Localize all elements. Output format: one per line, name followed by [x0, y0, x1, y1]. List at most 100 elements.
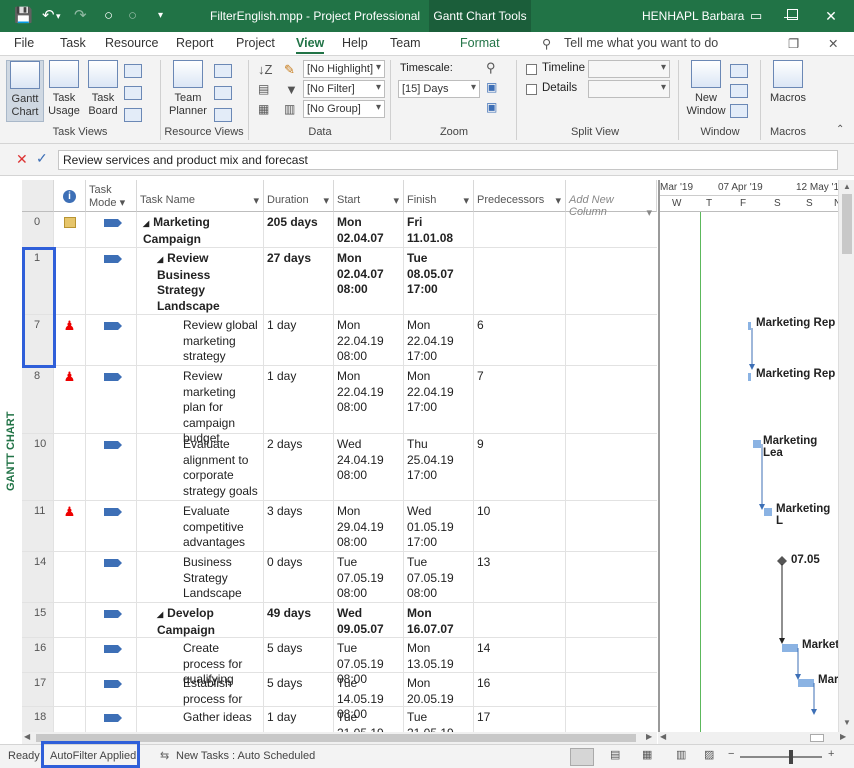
- cancel-icon[interactable]: ✕: [16, 151, 28, 168]
- chart-scroll-right-icon[interactable]: ▶: [840, 732, 846, 741]
- task-grid[interactable]: i Task Mode ▾ Task Name ▾ Duration ▾ Start…: [22, 180, 657, 732]
- task-board-button[interactable]: Task Board: [86, 60, 120, 118]
- task-name-cell[interactable]: Business Strategy Landscape: [137, 552, 264, 602]
- collapse-ribbon-icon[interactable]: ⌃: [836, 124, 844, 135]
- task-mode-cell[interactable]: [86, 434, 137, 500]
- task-mode-cell[interactable]: [86, 366, 137, 433]
- duration-cell[interactable]: 2 days: [264, 434, 334, 500]
- start-cell[interactable]: Tue 21.05.19: [334, 707, 404, 732]
- predecessors-cell[interactable]: 16: [474, 673, 566, 706]
- collapse-icon[interactable]: ◢: [143, 219, 149, 228]
- predecessors-cell[interactable]: 14: [474, 638, 566, 672]
- row-id[interactable]: 17: [22, 673, 54, 706]
- task-mode-cell[interactable]: [86, 315, 137, 365]
- collapse-icon[interactable]: ◢: [157, 610, 163, 619]
- task-mode-cell[interactable]: [86, 638, 137, 672]
- timeline-dropdown[interactable]: [588, 60, 670, 78]
- table-row[interactable]: 11 ♟ Evaluate competitive advantages 3 days…: [22, 501, 657, 552]
- task-name-cell[interactable]: ◢ Develop Campaign: [137, 603, 264, 637]
- row-id[interactable]: 8: [22, 366, 54, 433]
- gantt-bar-11[interactable]: [764, 508, 772, 516]
- row-id[interactable]: 11: [22, 501, 54, 551]
- scroll-right-icon[interactable]: ▶: [646, 732, 652, 741]
- finish-cell[interactable]: Fri 11.01.08: [404, 212, 474, 247]
- scroll-left-icon[interactable]: ◀: [24, 732, 30, 741]
- add-new-column-header[interactable]: Add New Column ▾: [566, 180, 657, 219]
- resource-usage-icon[interactable]: [214, 64, 232, 78]
- duration-cell[interactable]: 1 day: [264, 366, 334, 433]
- task-usage-button[interactable]: Task Usage: [46, 60, 82, 118]
- gantt-chart-area[interactable]: Mar '19 07 Apr '19 12 May '1 W T F S S N…: [658, 180, 838, 732]
- finish-cell[interactable]: Wed 01.05.19 17:00: [404, 501, 474, 551]
- duration-cell[interactable]: 27 days: [264, 248, 334, 314]
- gantt-bar-17[interactable]: [798, 679, 814, 687]
- new-column-cell[interactable]: [566, 248, 657, 314]
- task-mode-cell[interactable]: [86, 212, 137, 247]
- timeline-checkbox[interactable]: [526, 64, 537, 75]
- table-row[interactable]: 10 Evaluate alignment to corporate strate…: [22, 434, 657, 501]
- new-column-cell[interactable]: [566, 212, 657, 247]
- selected-tasks-icon[interactable]: ▣: [486, 100, 497, 114]
- task-mode-cell[interactable]: [86, 248, 137, 314]
- sort-icon[interactable]: ↓Z: [258, 62, 272, 77]
- finish-cell[interactable]: Tue 07.05.19 08:00: [404, 552, 474, 602]
- duration-cell[interactable]: 205 days: [264, 212, 334, 247]
- network-diagram-icon[interactable]: [124, 64, 142, 78]
- undo-dropdown-icon[interactable]: ▾: [56, 6, 61, 26]
- tab-format[interactable]: Format: [460, 36, 500, 50]
- finish-cell[interactable]: Tue 08.05.07 17:00: [404, 248, 474, 314]
- reports-shortcut-icon[interactable]: ▨: [704, 748, 714, 761]
- filter-dropdown[interactable]: [No Filter]: [303, 80, 385, 98]
- enter-icon[interactable]: ✓: [36, 150, 48, 167]
- task-name-cell[interactable]: ◢ Review Business Strategy Landscape: [137, 248, 264, 314]
- predecessors-cell[interactable]: 7: [474, 366, 566, 433]
- row-id[interactable]: 16: [22, 638, 54, 672]
- duration-cell[interactable]: 0 days: [264, 552, 334, 602]
- task-mode-cell[interactable]: [86, 673, 137, 706]
- task-name-cell[interactable]: Review marketing plan for campaign budge…: [137, 366, 264, 445]
- new-window-button[interactable]: New Window: [684, 60, 728, 118]
- table-row[interactable]: 14 Business Strategy Landscape 0 days Tue 0…: [22, 552, 657, 603]
- new-column-cell[interactable]: [566, 552, 657, 602]
- tab-task[interactable]: Task: [60, 36, 86, 50]
- finish-cell[interactable]: Mon 20.05.19: [404, 673, 474, 706]
- predecessors-cell[interactable]: 6: [474, 315, 566, 365]
- finish-cell[interactable]: Mon 13.05.19: [404, 638, 474, 672]
- predecessors-cell[interactable]: 17: [474, 707, 566, 732]
- other-resource-views-icon[interactable]: [214, 108, 232, 122]
- details-checkbox[interactable]: [526, 84, 537, 95]
- outline-icon[interactable]: ▤: [258, 82, 269, 96]
- collapse-icon[interactable]: ◢: [157, 255, 163, 264]
- chart-scroll-thumb[interactable]: [810, 734, 824, 742]
- vertical-scrollbar[interactable]: ▲ ▼: [838, 180, 854, 732]
- start-cell[interactable]: Wed 24.04.19 08:00: [334, 434, 404, 500]
- scroll-down-icon[interactable]: ▼: [843, 718, 851, 727]
- chart-scroll-left-icon[interactable]: ◀: [660, 732, 666, 741]
- task-mode-cell[interactable]: [86, 501, 137, 551]
- gantt-bar-16[interactable]: [782, 644, 798, 652]
- ribbon-options-icon[interactable]: ▭: [750, 6, 762, 26]
- duration-cell[interactable]: 1 day: [264, 707, 334, 732]
- row-id[interactable]: 14: [22, 552, 54, 602]
- start-cell[interactable]: Tue 14.05.19 08:00: [334, 673, 404, 721]
- new-column-cell[interactable]: [566, 673, 657, 706]
- scroll-thumb[interactable]: [842, 194, 852, 254]
- zoom-in-icon[interactable]: +: [828, 748, 834, 760]
- entry-field[interactable]: Review services and product mix and fore…: [58, 150, 838, 170]
- circle-disabled-icon[interactable]: ○: [128, 6, 137, 26]
- tab-help[interactable]: Help: [342, 36, 368, 50]
- task-mode-header[interactable]: Task Mode ▾: [86, 180, 137, 212]
- scroll-up-icon[interactable]: ▲: [843, 182, 851, 191]
- new-column-cell[interactable]: [566, 315, 657, 365]
- user-name[interactable]: HENHAPL Barbara: [642, 9, 744, 23]
- select-all-header[interactable]: [22, 180, 54, 212]
- task-name-cell[interactable]: ◢ Marketing Campaign: [137, 212, 264, 247]
- tab-project[interactable]: Project: [236, 36, 275, 50]
- circle-icon[interactable]: ○: [104, 6, 113, 26]
- duration-cell[interactable]: 1 day: [264, 315, 334, 365]
- duration-cell[interactable]: 3 days: [264, 501, 334, 551]
- tab-file[interactable]: File: [14, 36, 34, 50]
- start-cell[interactable]: Mon 22.04.19 08:00: [334, 366, 404, 433]
- task-name-cell[interactable]: Evaluate alignment to corporate strategy…: [137, 434, 264, 500]
- tables-icon[interactable]: ▦: [258, 102, 269, 116]
